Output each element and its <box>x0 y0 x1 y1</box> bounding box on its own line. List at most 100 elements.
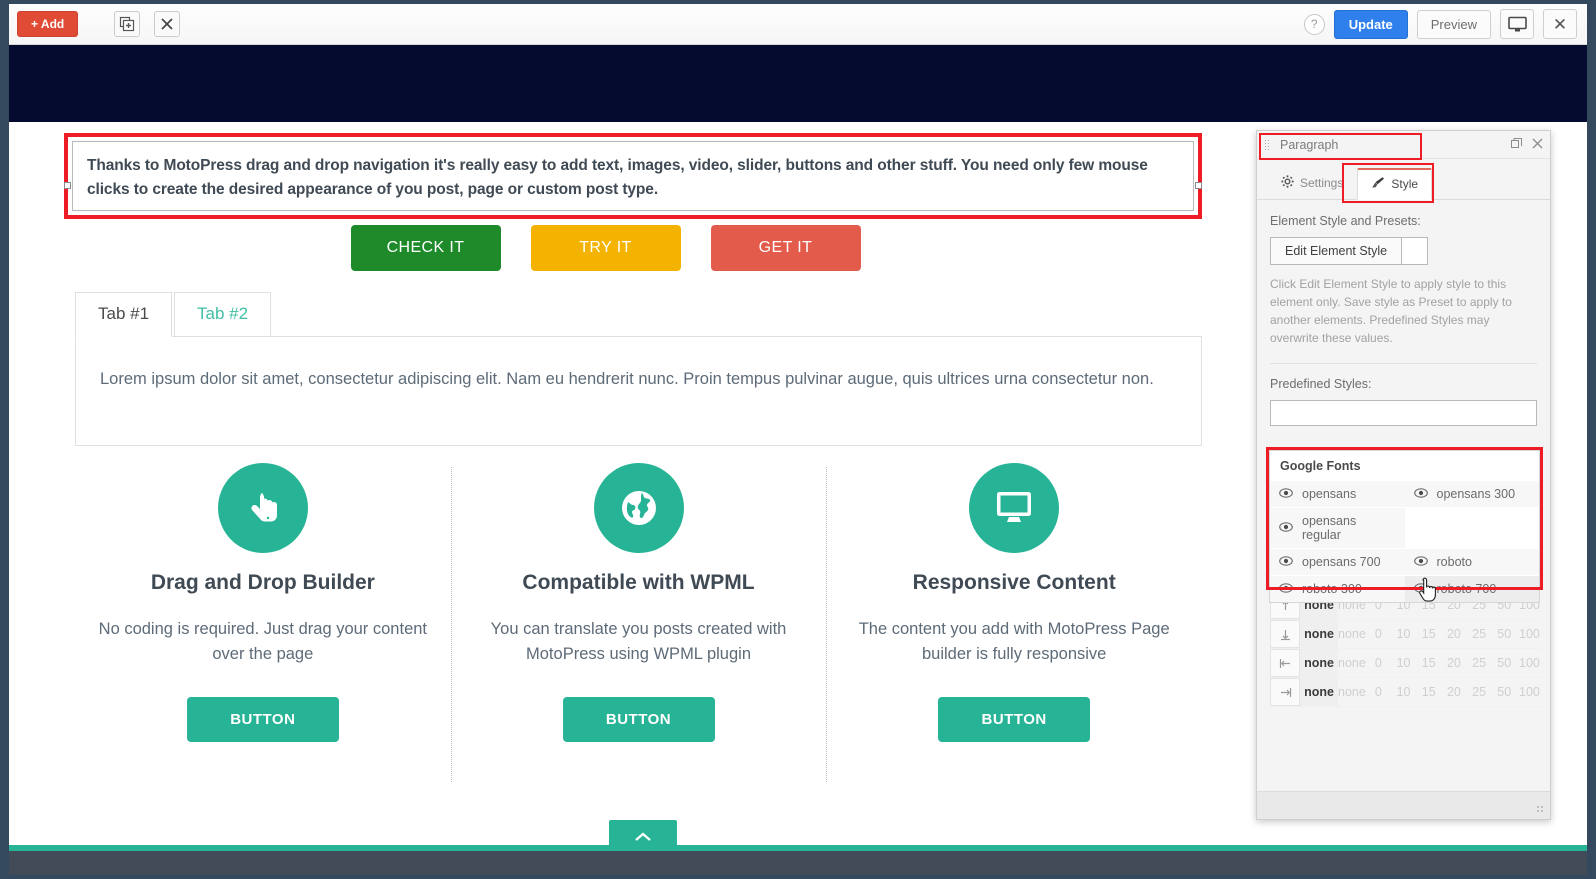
restore-icon[interactable] <box>1511 137 1522 152</box>
spacing-option[interactable]: 100 <box>1517 627 1542 641</box>
spacing-option[interactable]: 20 <box>1441 656 1466 670</box>
panel-resize-grip[interactable] <box>1536 805 1545 814</box>
spacing-option[interactable]: 25 <box>1467 627 1492 641</box>
eye-icon[interactable] <box>1413 487 1428 501</box>
spacing-row-margin-left: none none 0 10 15 20 25 50 100 <box>1270 649 1542 678</box>
dropdown-item-roboto[interactable]: roboto <box>1404 548 1539 575</box>
check-it-button[interactable]: CHECK IT <box>350 225 501 271</box>
add-button[interactable]: + Add <box>17 11 79 37</box>
eye-icon[interactable] <box>1413 555 1428 569</box>
dropdown-item-label: opensans 300 <box>1436 487 1516 501</box>
dropdown-item-opensans[interactable]: opensans <box>1270 480 1405 507</box>
close-panel-icon[interactable] <box>1532 138 1543 152</box>
tab-1[interactable]: Tab #1 <box>75 292 173 337</box>
tab-2[interactable]: Tab #2 <box>174 292 272 337</box>
resize-handle-left[interactable] <box>64 182 71 189</box>
spacing-current-value[interactable]: none <box>1300 678 1338 706</box>
close-editor-button[interactable]: ✕ <box>1543 9 1577 39</box>
spacing-row-margin-right: none none 0 10 15 20 25 50 100 <box>1270 678 1542 707</box>
inspector-panel: Paragraph Settings Style Element Style a… <box>1256 130 1551 820</box>
margin-left-icon[interactable] <box>1270 649 1300 677</box>
close-icon[interactable] <box>154 11 181 37</box>
desktop-icon[interactable] <box>1500 9 1534 39</box>
eye-icon[interactable] <box>1279 521 1293 535</box>
margin-right-icon[interactable] <box>1270 678 1300 706</box>
spacing-option[interactable]: none <box>1338 656 1366 670</box>
spacing-option[interactable]: 25 <box>1467 656 1492 670</box>
dropdown-item-roboto-700[interactable]: roboto 700 <box>1404 575 1539 602</box>
spacing-option[interactable]: 15 <box>1416 627 1441 641</box>
cta-button-row: CHECK IT TRY IT GET IT <box>9 225 1202 271</box>
back-to-top-button[interactable] <box>609 820 677 845</box>
footer-dark-bar <box>9 851 1587 875</box>
tab-settings[interactable]: Settings <box>1267 168 1357 199</box>
feature-description: You can translate you posts created with… <box>490 620 787 663</box>
selected-paragraph-element[interactable]: Thanks to MotoPress drag and drop naviga… <box>64 133 1202 219</box>
element-style-row: Edit Element Style <box>1270 237 1537 265</box>
tab-style[interactable]: Style <box>1357 168 1433 200</box>
feature-button-3[interactable]: BUTTON <box>938 696 1091 742</box>
spacing-option[interactable]: 15 <box>1416 685 1441 699</box>
dropdown-item-opensans-regular[interactable]: opensans regular <box>1270 507 1405 548</box>
spacing-option[interactable]: 0 <box>1366 627 1391 641</box>
eye-icon[interactable] <box>1279 555 1293 569</box>
edit-element-style-button[interactable]: Edit Element Style <box>1270 237 1403 265</box>
dropdown-group-label: Google Fonts <box>1280 459 1361 473</box>
eye-icon[interactable] <box>1279 582 1293 596</box>
preset-swatch[interactable] <box>1402 237 1429 265</box>
panel-body: Element Style and Presets: Edit Element … <box>1257 200 1550 426</box>
tab-header-row: Tab #1 Tab #2 <box>75 292 1202 337</box>
get-it-button[interactable]: GET IT <box>710 225 861 271</box>
spacing-current-value[interactable]: none <box>1300 620 1338 648</box>
tab-panel-content: Lorem ipsum dolor sit amet, consectetur … <box>75 336 1202 446</box>
spacing-option[interactable]: 50 <box>1492 656 1517 670</box>
spacing-option[interactable]: 10 <box>1391 685 1416 699</box>
dropdown-item-opensans-700[interactable]: opensans 700 <box>1270 548 1405 575</box>
margin-bottom-icon[interactable] <box>1270 620 1300 648</box>
spacing-option[interactable]: 10 <box>1391 627 1416 641</box>
help-icon[interactable]: ? <box>1303 13 1325 35</box>
dropdown-item-roboto-300[interactable]: roboto 300 <box>1270 575 1405 602</box>
spacing-row-margin-bottom: none none 0 10 15 20 25 50 100 <box>1270 620 1542 649</box>
spacing-option[interactable]: 20 <box>1441 627 1466 641</box>
monitor-icon <box>969 463 1060 553</box>
try-it-button[interactable]: TRY IT <box>530 225 681 271</box>
feature-title: Drag and Drop Builder <box>150 571 375 594</box>
feature-button-2[interactable]: BUTTON <box>562 696 715 742</box>
spacing-option[interactable]: none <box>1338 627 1366 641</box>
paragraph-text[interactable]: Thanks to MotoPress drag and drop naviga… <box>87 154 1179 202</box>
panel-footer <box>1257 791 1550 819</box>
gear-icon <box>1281 175 1294 191</box>
drag-grip-icon[interactable] <box>1264 139 1271 150</box>
spacing-option[interactable]: 25 <box>1467 685 1492 699</box>
element-style-label: Element Style and Presets: <box>1270 214 1421 228</box>
spacing-current-value[interactable]: none <box>1300 649 1338 677</box>
spacing-option[interactable]: 50 <box>1492 627 1517 641</box>
spacing-option[interactable]: 50 <box>1492 685 1517 699</box>
spacing-option[interactable]: 20 <box>1441 685 1466 699</box>
panel-title-bar[interactable]: Paragraph <box>1257 131 1550 159</box>
spacing-option[interactable]: 15 <box>1416 656 1441 670</box>
feature-button-1[interactable]: BUTTON <box>186 696 339 742</box>
dropdown-item-label: opensans <box>1302 487 1357 501</box>
predefined-styles-input[interactable] <box>1270 400 1537 426</box>
eye-icon[interactable] <box>1279 487 1293 501</box>
spacing-option[interactable]: 100 <box>1517 656 1542 670</box>
spacing-option[interactable]: 0 <box>1366 685 1391 699</box>
eye-icon[interactable] <box>1413 582 1428 596</box>
panel-tab-row: Settings Style <box>1257 159 1550 203</box>
update-button[interactable]: Update <box>1333 9 1408 39</box>
resize-handle-right[interactable] <box>1195 182 1202 189</box>
feature-title: Responsive Content <box>912 571 1116 594</box>
feature-drag-and-drop: Drag and Drop Builder No coding is requi… <box>75 463 451 742</box>
duplicate-icon[interactable] <box>114 11 141 37</box>
spacing-option[interactable]: 0 <box>1366 656 1391 670</box>
spacing-option[interactable]: 10 <box>1391 656 1416 670</box>
spacing-option[interactable]: 100 <box>1517 685 1542 699</box>
paragraph-edit-box[interactable]: Thanks to MotoPress drag and drop naviga… <box>72 141 1194 211</box>
spacing-option[interactable]: none <box>1338 685 1366 699</box>
spacing-controls: none none 0 10 15 20 25 50 100 none none… <box>1270 591 1542 707</box>
dropdown-item-opensans-300[interactable]: opensans 300 <box>1404 480 1539 507</box>
preview-button[interactable]: Preview <box>1416 9 1491 39</box>
feature-columns: Drag and Drop Builder No coding is requi… <box>75 463 1202 781</box>
